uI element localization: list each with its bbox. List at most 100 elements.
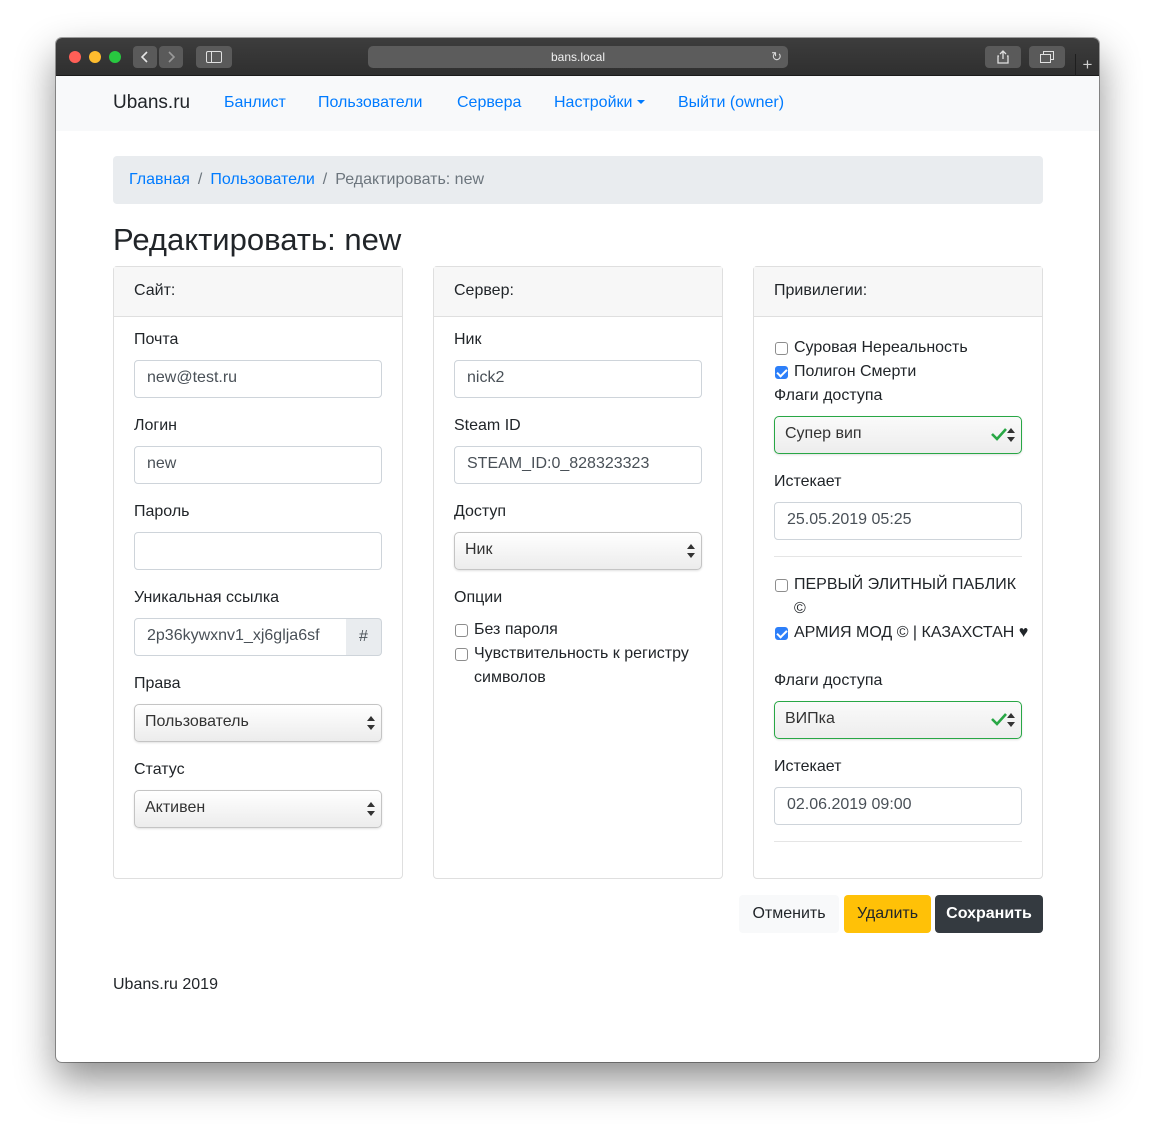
- select-arrows-icon: [1007, 713, 1015, 727]
- chevron-left-icon: [141, 51, 148, 63]
- caret-down-icon: [637, 100, 646, 104]
- server-checkbox[interactable]: [775, 627, 788, 640]
- share-icon: [997, 50, 1009, 64]
- valid-check-icon: [991, 428, 1007, 441]
- breadcrumb-current: Редактировать: new: [335, 171, 485, 188]
- server-checkbox[interactable]: [775, 579, 788, 592]
- tabs-overview-button[interactable]: [1029, 46, 1065, 68]
- chevron-right-icon: [168, 51, 175, 63]
- access-select-value: Ник: [465, 541, 493, 558]
- privileges-card: Привилегии: Суровая Нереальность Полигон…: [753, 266, 1043, 879]
- server-card-header: Сервер:: [434, 267, 722, 317]
- address-text: bans.local: [550, 50, 606, 64]
- expires-field[interactable]: 25.05.2019 05:25: [774, 502, 1022, 540]
- plus-icon: +: [1082, 55, 1093, 74]
- password-field[interactable]: [134, 532, 382, 570]
- status-select-value: Активен: [145, 799, 206, 816]
- case-sensitive-label[interactable]: Чувствительность к регистру символов: [474, 642, 709, 690]
- reload-icon[interactable]: ↻: [771, 49, 782, 65]
- password-label: Пароль: [134, 503, 190, 520]
- access-flags-label: Флаги доступа: [774, 387, 883, 404]
- options-label: Опции: [454, 589, 503, 606]
- navbar-brand[interactable]: Ubans.ru: [113, 92, 190, 114]
- steam-id-field[interactable]: STEAM_ID:0_828323323: [454, 446, 702, 484]
- delete-button[interactable]: Удалить: [844, 895, 931, 933]
- nav-settings-dropdown[interactable]: Настройки: [554, 94, 646, 112]
- unique-link-field[interactable]: 2p36kywxnv1_xj6glja6sf: [134, 618, 347, 656]
- breadcrumb-separator: /: [322, 171, 328, 188]
- site-card-header: Сайт:: [114, 267, 402, 317]
- access-flags-select-value: ВИПка: [785, 710, 835, 727]
- access-flags-label: Флаги доступа: [774, 672, 883, 689]
- new-tab-button[interactable]: +: [1075, 54, 1099, 76]
- nick-field[interactable]: nick2: [454, 360, 702, 398]
- nick-label: Ник: [454, 331, 482, 348]
- access-flags-select[interactable]: ВИПка: [774, 701, 1022, 739]
- rights-select-value: Пользователь: [145, 713, 249, 730]
- tabs-icon: [1040, 51, 1054, 63]
- email-field[interactable]: new@test.ru: [134, 360, 382, 398]
- breadcrumb-separator: /: [197, 171, 203, 188]
- access-select[interactable]: Ник: [454, 532, 702, 570]
- no-password-label[interactable]: Без пароля: [474, 618, 558, 642]
- nav-users[interactable]: Пользователи: [318, 94, 422, 112]
- share-button[interactable]: [985, 46, 1021, 68]
- page-footer: Ubans.ru 2019: [113, 976, 218, 993]
- expires-label: Истекает: [774, 473, 842, 490]
- nav-servers[interactable]: Сервера: [457, 94, 521, 112]
- zoom-window-button[interactable]: [109, 51, 121, 63]
- server-checkbox[interactable]: [775, 366, 788, 379]
- server-checkbox-label[interactable]: ПЕРВЫЙ ЭЛИТНЫЙ ПАБЛИК ©: [794, 573, 1032, 621]
- site-navbar: Ubans.ru Банлист Пользователи Сервера На…: [56, 76, 1099, 131]
- status-select[interactable]: Активен: [134, 790, 382, 828]
- rights-select[interactable]: Пользователь: [134, 704, 382, 742]
- access-flags-select[interactable]: Супер вип: [774, 416, 1022, 454]
- privileges-card-header: Привилегии:: [754, 267, 1042, 317]
- nav-settings-label: Настройки: [554, 94, 633, 111]
- cancel-button[interactable]: Отменить: [739, 895, 839, 933]
- back-button[interactable]: [133, 46, 157, 68]
- breadcrumb: Главная / Пользователи / Редактировать: new: [113, 156, 1043, 204]
- select-arrows-icon: [367, 716, 375, 730]
- login-label: Логин: [134, 417, 178, 434]
- browser-titlebar: bans.local ↻ +: [56, 38, 1099, 76]
- browser-window: bans.local ↻ + Ubans.ru Банлист Пользова…: [56, 38, 1099, 1062]
- server-checkbox-label[interactable]: АРМИЯ МОД © | КАЗАХСТАН ♥: [794, 621, 1032, 645]
- status-label: Статус: [134, 761, 185, 778]
- minimize-window-button[interactable]: [89, 51, 101, 63]
- sidebar-icon: [206, 51, 222, 63]
- group-divider: [774, 556, 1022, 557]
- server-checkbox-label[interactable]: Полигон Смерти: [794, 360, 916, 384]
- access-label: Доступ: [454, 503, 507, 520]
- sidebar-toggle-button[interactable]: [196, 46, 232, 68]
- no-password-checkbox[interactable]: [455, 624, 468, 637]
- forward-button[interactable]: [159, 46, 183, 68]
- select-arrows-icon: [1007, 428, 1015, 442]
- select-arrows-icon: [687, 544, 695, 558]
- expires-field[interactable]: 02.06.2019 09:00: [774, 787, 1022, 825]
- address-bar[interactable]: bans.local ↻: [368, 46, 788, 68]
- page-title: Редактировать: new: [113, 222, 402, 257]
- nav-banlist[interactable]: Банлист: [224, 94, 286, 112]
- nav-logout[interactable]: Выйти (owner): [678, 94, 784, 112]
- email-label: Почта: [134, 331, 179, 348]
- select-arrows-icon: [367, 802, 375, 816]
- site-card: Сайт: Почта new@test.ru Логин new Пароль…: [113, 266, 403, 879]
- login-field[interactable]: new: [134, 446, 382, 484]
- group-divider: [774, 841, 1022, 842]
- server-checkbox[interactable]: [775, 342, 788, 355]
- close-window-button[interactable]: [69, 51, 81, 63]
- save-button[interactable]: Сохранить: [935, 895, 1043, 933]
- server-checkbox-label[interactable]: Суровая Нереальность: [794, 336, 968, 360]
- breadcrumb-home[interactable]: Главная: [129, 171, 190, 188]
- valid-check-icon: [991, 713, 1007, 726]
- case-sensitive-checkbox[interactable]: [455, 648, 468, 661]
- link-addon-button[interactable]: #: [346, 618, 382, 656]
- expires-label: Истекает: [774, 758, 842, 775]
- breadcrumb-users[interactable]: Пользователи: [210, 171, 314, 188]
- rights-label: Права: [134, 675, 181, 692]
- unique-link-label: Уникальная ссылка: [134, 589, 280, 606]
- access-flags-select-value: Супер вип: [785, 425, 862, 442]
- server-card: Сервер: Ник nick2 Steam ID STEAM_ID:0_82…: [433, 266, 723, 879]
- steam-id-label: Steam ID: [454, 417, 521, 434]
